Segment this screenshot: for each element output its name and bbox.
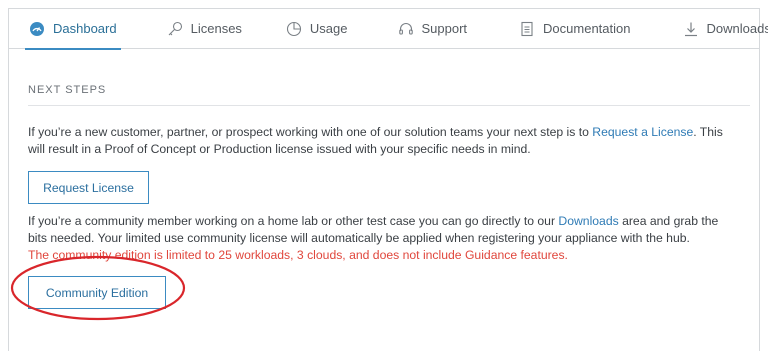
section-title: NEXT STEPS xyxy=(28,84,107,96)
document-icon xyxy=(519,21,535,37)
community-limit-warning: The community edition is limited to 25 w… xyxy=(28,248,568,262)
nav-label: Dashboard xyxy=(53,21,117,36)
nav-licenses[interactable]: Licenses xyxy=(155,9,254,49)
dashboard-gauge-icon xyxy=(29,21,45,37)
nav-downloads[interactable]: Downloads xyxy=(671,9,768,49)
pie-chart-icon xyxy=(286,21,302,37)
community-edition-button[interactable]: Community Edition xyxy=(28,276,166,309)
nav-label: Usage xyxy=(309,21,348,36)
section-divider xyxy=(28,105,750,106)
download-icon xyxy=(683,21,699,37)
nav-label: Support xyxy=(421,21,468,36)
nav-usage[interactable]: Usage xyxy=(274,9,360,49)
nav-label: Licenses xyxy=(190,21,242,36)
request-license-button[interactable]: Request License xyxy=(28,171,149,204)
nav-label: Downloads xyxy=(706,21,768,36)
paragraph-text: If you’re a community member working on … xyxy=(28,214,559,228)
key-icon xyxy=(167,21,183,37)
downloads-link[interactable]: Downloads xyxy=(558,214,618,228)
nav-documentation[interactable]: Documentation xyxy=(507,9,642,49)
request-license-link[interactable]: Request a License xyxy=(592,125,693,139)
paragraph-text: If you’re a new customer, partner, or pr… xyxy=(28,125,593,139)
headset-icon xyxy=(398,21,414,37)
nav-dashboard[interactable]: Dashboard xyxy=(17,9,129,50)
top-navigation: Dashboard Licenses Usage Support Documen… xyxy=(9,9,768,50)
nav-label: Documentation xyxy=(543,21,631,36)
community-paragraph: If you’re a community member working on … xyxy=(28,213,740,264)
new-customer-paragraph: If you’re a new customer, partner, or pr… xyxy=(28,124,740,158)
nav-support[interactable]: Support xyxy=(386,9,480,49)
